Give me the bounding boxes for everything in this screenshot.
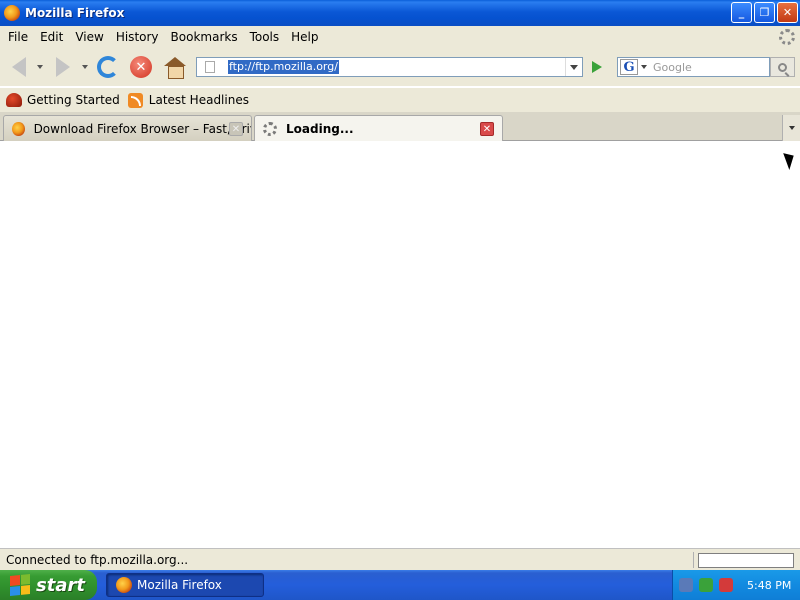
google-engine-icon[interactable]: G — [620, 59, 638, 75]
logo-blue — [10, 585, 20, 597]
home-icon — [164, 57, 186, 79]
security-shield-icon[interactable] — [719, 578, 733, 592]
stop-icon: ✕ — [130, 56, 152, 78]
status-bar: Connected to ftp.mozilla.org... — [0, 548, 800, 570]
url-text[interactable]: ftp://ftp.mozilla.org/ — [228, 60, 339, 74]
home-button[interactable] — [162, 54, 188, 80]
search-input[interactable] — [653, 60, 763, 74]
logo-yellow — [20, 584, 30, 595]
menu-tools[interactable]: Tools — [244, 27, 286, 47]
tab-label: Loading... — [286, 121, 354, 136]
bookmarks-toolbar: Getting Started Latest Headlines — [0, 88, 800, 112]
getting-started-icon — [6, 93, 22, 107]
tab-close-button[interactable]: ✕ — [480, 122, 494, 136]
tab-close-button[interactable]: ✕ — [229, 122, 243, 136]
tab-loading[interactable]: Loading... ✕ — [254, 115, 503, 141]
menu-edit[interactable]: Edit — [34, 27, 69, 47]
url-history-dropdown[interactable] — [565, 58, 582, 76]
rss-icon — [127, 92, 143, 108]
network-icon[interactable] — [679, 578, 693, 592]
reload-button[interactable] — [95, 54, 121, 80]
menu-history[interactable]: History — [110, 27, 165, 47]
menu-file[interactable]: File — [2, 27, 34, 47]
minimize-button[interactable]: _ — [731, 2, 752, 23]
progress-bar — [698, 553, 794, 568]
tab-download-firefox[interactable]: Download Firefox Browser – Fast, Priva..… — [3, 115, 252, 141]
firefox-icon — [4, 5, 20, 21]
tab-bar: Download Firefox Browser – Fast, Priva..… — [0, 112, 800, 141]
tab-label: Download Firefox Browser – Fast, Priva..… — [33, 121, 251, 136]
firefox-icon — [116, 577, 132, 593]
restore-button[interactable]: ❐ — [754, 2, 775, 23]
menu-bookmarks[interactable]: Bookmarks — [165, 27, 244, 47]
clock[interactable]: 5:48 PM — [747, 579, 791, 592]
bookmark-label: Getting Started — [27, 93, 120, 107]
status-text: Connected to ftp.mozilla.org... — [6, 552, 189, 567]
system-tray: 5:48 PM — [672, 570, 800, 600]
taskbar: start Mozilla Firefox 5:48 PM — [0, 570, 800, 600]
bookmark-label: Latest Headlines — [148, 93, 249, 107]
window-title: Mozilla Firefox — [25, 6, 125, 20]
menu-bar: File Edit View History Bookmarks Tools H… — [0, 26, 800, 48]
start-button[interactable]: start — [0, 570, 97, 600]
close-button[interactable]: ✕ — [777, 2, 798, 23]
page-content[interactable] — [0, 141, 800, 548]
firefox-icon — [12, 121, 25, 136]
page-icon — [205, 61, 215, 73]
stop-button[interactable]: ✕ — [128, 54, 154, 80]
back-history-dropdown[interactable] — [37, 65, 43, 69]
forward-history-dropdown[interactable] — [82, 65, 88, 69]
taskbar-item-firefox[interactable]: Mozilla Firefox — [106, 573, 264, 597]
logo-green — [20, 573, 30, 585]
throbber-icon — [779, 29, 795, 45]
search-bar[interactable]: G — [617, 57, 770, 77]
bookmark-latest-headlines[interactable]: Latest Headlines — [127, 92, 249, 108]
bookmark-getting-started[interactable]: Getting Started — [6, 93, 120, 107]
windows-logo-icon — [10, 573, 30, 597]
window-titlebar[interactable]: Mozilla Firefox _ ❐ ✕ — [0, 0, 800, 26]
back-button[interactable] — [6, 54, 32, 80]
window-controls: _ ❐ ✕ — [731, 2, 798, 23]
reload-icon — [97, 56, 119, 78]
loading-spinner-icon — [263, 121, 277, 136]
url-bar[interactable]: ftp://ftp.mozilla.org/ — [196, 57, 583, 77]
logo-red — [10, 575, 20, 586]
tab-list-button[interactable] — [782, 115, 800, 141]
taskbar-item-label: Mozilla Firefox — [137, 578, 222, 592]
forward-button[interactable] — [50, 54, 76, 80]
forward-arrow-icon — [56, 57, 70, 77]
menu-view[interactable]: View — [69, 27, 109, 47]
menu-help[interactable]: Help — [285, 27, 324, 47]
connection-icon[interactable] — [699, 578, 713, 592]
back-arrow-icon — [12, 57, 26, 77]
chevron-down-icon[interactable] — [641, 65, 647, 69]
search-button[interactable] — [770, 57, 795, 77]
start-label: start — [36, 574, 85, 596]
go-button[interactable] — [586, 57, 608, 77]
search-icon — [778, 62, 787, 72]
status-divider — [693, 552, 694, 568]
